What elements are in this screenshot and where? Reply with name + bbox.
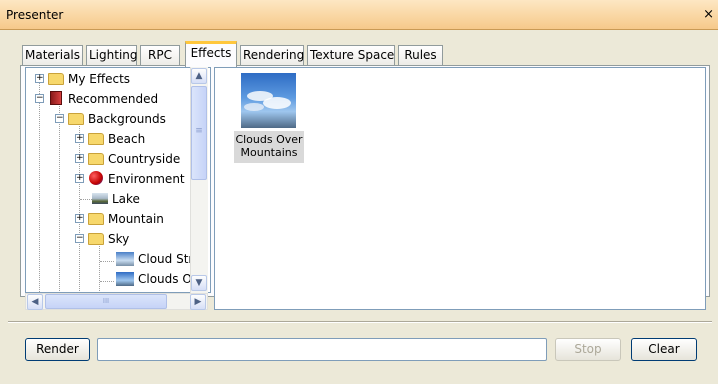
scroll-thumb[interactable]: ≡	[191, 86, 207, 180]
grip-icon: ≡	[195, 126, 203, 136]
tree-item-mountain[interactable]: + Mountain	[26, 210, 210, 228]
footer-divider	[8, 321, 712, 323]
scroll-up-icon[interactable]: ▲	[191, 68, 207, 84]
close-icon[interactable]: ×	[703, 7, 714, 22]
folder-icon	[48, 73, 64, 85]
tree-item-my-effects[interactable]: + My Effects	[26, 70, 210, 88]
tree-item-lake[interactable]: Lake	[26, 190, 210, 208]
scroll-down-icon[interactable]: ▼	[191, 275, 207, 291]
expand-icon[interactable]: +	[35, 74, 44, 83]
tab-rpc[interactable]: RPC	[140, 45, 180, 66]
gallery-item-label: Clouds Over Mountains	[234, 131, 304, 163]
tree-item-label: Recommended	[68, 92, 159, 106]
tree-item-sky[interactable]: − Sky	[26, 230, 210, 248]
tree-horizontal-scrollbar[interactable]: ◀ III ▶	[25, 293, 208, 310]
expand-icon[interactable]: +	[75, 134, 84, 143]
tree-item-label: Environment	[108, 172, 185, 186]
clouds-over-mountains-thumbnail	[241, 73, 296, 128]
sky-thumbnail-icon	[116, 252, 134, 266]
tree-vertical-scrollbar[interactable]: ▲ ≡ ▼	[190, 67, 208, 293]
tree-item-label: Sky	[108, 232, 130, 246]
scroll-left-icon[interactable]: ◀	[27, 294, 43, 310]
book-icon	[50, 91, 62, 105]
tree-item-beach[interactable]: + Beach	[26, 130, 210, 148]
collapse-icon[interactable]: −	[75, 234, 84, 243]
render-button[interactable]: Render	[25, 338, 90, 361]
tab-rendering[interactable]: Rendering	[240, 45, 304, 66]
folder-icon	[88, 213, 104, 225]
tab-effects[interactable]: Effects	[185, 41, 237, 67]
tree-item-clouds-ov[interactable]: Clouds Ov	[26, 270, 210, 288]
collapse-icon[interactable]: −	[55, 114, 64, 123]
folder-icon	[88, 153, 104, 165]
stop-button[interactable]: Stop	[555, 338, 621, 361]
tab-rules[interactable]: Rules	[398, 45, 443, 66]
window-title-bar: Presenter ×	[0, 0, 718, 30]
render-status-field[interactable]	[97, 338, 547, 361]
folder-icon	[68, 113, 84, 125]
grip-icon: III	[102, 297, 110, 305]
tree-item-countryside[interactable]: + Countryside	[26, 150, 210, 168]
scroll-thumb[interactable]: III	[45, 294, 167, 309]
gallery-item-clouds-over-mountains[interactable]: Clouds Over Mountains	[234, 71, 304, 163]
folder-icon	[88, 133, 104, 145]
folder-icon	[88, 233, 104, 245]
window-title: Presenter	[6, 8, 64, 22]
expand-icon[interactable]: +	[75, 174, 84, 183]
sky-thumbnail-icon	[116, 272, 134, 286]
environment-icon	[89, 171, 103, 185]
tree-item-label: Cloud Stri	[138, 252, 197, 266]
tree-item-label: Countryside	[108, 152, 181, 166]
tree-item-label: Backgrounds	[88, 112, 166, 126]
tree-item-backgrounds[interactable]: − Backgrounds	[26, 110, 210, 128]
collapse-icon[interactable]: −	[35, 94, 44, 103]
tab-materials[interactable]: Materials	[22, 45, 83, 66]
scroll-right-icon[interactable]: ▶	[190, 294, 206, 310]
effects-gallery[interactable]: Clouds Over Mountains	[214, 67, 706, 310]
tab-lighting[interactable]: Lighting	[86, 45, 138, 66]
tree-item-cloud-stri[interactable]: Cloud Stri	[26, 250, 210, 268]
lake-thumbnail-icon	[92, 193, 108, 204]
tree-item-environment[interactable]: + Environment	[26, 170, 210, 188]
expand-icon[interactable]: +	[75, 154, 84, 163]
expand-icon[interactable]: +	[75, 214, 84, 223]
effects-tree[interactable]: + My Effects − Recommended − Backgrounds…	[25, 67, 211, 293]
tree-item-label: My Effects	[68, 72, 131, 86]
clear-button[interactable]: Clear	[631, 338, 697, 361]
tab-texture-space[interactable]: Texture Space	[307, 45, 395, 66]
tree-item-label: Beach	[108, 132, 146, 146]
tree-item-label: Lake	[112, 192, 140, 206]
tree-item-label: Mountain	[108, 212, 164, 226]
tree-item-recommended[interactable]: − Recommended	[26, 90, 210, 108]
